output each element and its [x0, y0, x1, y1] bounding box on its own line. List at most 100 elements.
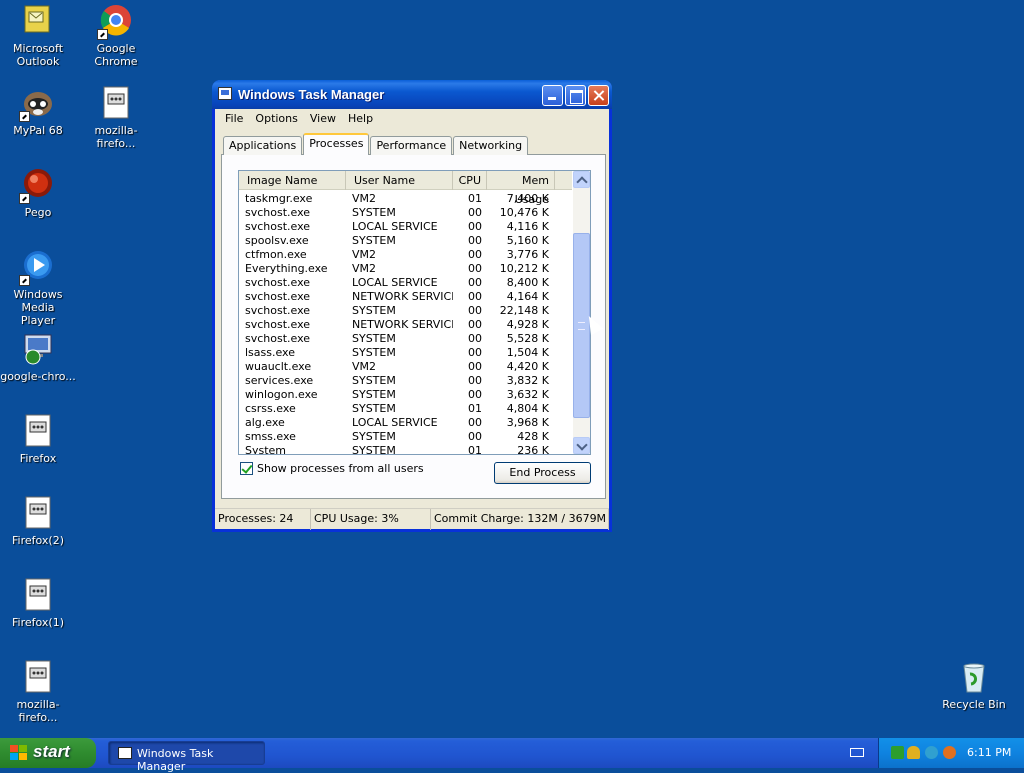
tab-applications[interactable]: Applications	[223, 136, 303, 155]
security-shield-icon[interactable]	[907, 746, 920, 759]
window-title: Windows Task Manager	[238, 87, 385, 102]
process-list[interactable]: Image Name User Name CPU Mem Usage taskm…	[238, 170, 591, 455]
taskbar-button-task-manager[interactable]: Windows Task Manager	[108, 741, 265, 773]
table-row[interactable]: svchost.exe SYSTEM 00 5,528 K	[239, 332, 572, 346]
desktop-icon-label: google-chro...	[0, 370, 76, 383]
table-row[interactable]: svchost.exe SYSTEM 00 22,148 K	[239, 304, 572, 318]
title-bar[interactable]: Windows Task Manager	[212, 80, 612, 109]
table-row[interactable]: taskmgr.exe VM2 01 7,400 K	[239, 192, 572, 206]
column-cpu[interactable]: CPU	[453, 171, 487, 190]
column-image-name[interactable]: Image Name	[239, 171, 346, 190]
process-mem-usage: 4,116 K	[506, 220, 549, 233]
process-user-name: SYSTEM	[352, 402, 396, 415]
start-button[interactable]: start	[0, 738, 96, 768]
scroll-down-button[interactable]	[573, 437, 590, 454]
desktop-icon-media-player[interactable]: Windows Media Player	[0, 250, 78, 327]
table-row[interactable]: wuauclt.exe VM2 00 4,420 K	[239, 360, 572, 374]
tab-networking[interactable]: Networking	[453, 136, 529, 155]
column-mem-usage[interactable]: Mem Usage	[487, 171, 555, 206]
process-user-name: SYSTEM	[352, 430, 396, 443]
process-mem-usage: 3,968 K	[506, 416, 549, 429]
process-user-name: SYSTEM	[352, 206, 396, 219]
table-row[interactable]: lsass.exe SYSTEM 00 1,504 K	[239, 346, 572, 360]
tab-performance[interactable]: Performance	[370, 136, 453, 155]
tab-processes[interactable]: Processes	[303, 133, 370, 155]
process-user-name: SYSTEM	[352, 234, 396, 247]
desktop-icon-chrome[interactable]: Google Chrome	[76, 4, 156, 68]
process-user-name: NETWORK SERVICE	[352, 318, 453, 331]
start-label: start	[33, 742, 70, 761]
keyboard-icon[interactable]	[850, 748, 864, 757]
table-row[interactable]: smss.exe SYSTEM 00 428 K	[239, 430, 572, 444]
vertical-scrollbar[interactable]	[573, 171, 590, 454]
table-row[interactable]: svchost.exe NETWORK SERVICE 00 4,164 K	[239, 290, 572, 304]
desktop-icon-firefox-1[interactable]: Firefox(1)	[0, 578, 78, 629]
menu-help[interactable]: Help	[342, 112, 379, 125]
table-row[interactable]: ctfmon.exe VM2 00 3,776 K	[239, 248, 572, 262]
process-cpu: 00	[468, 388, 482, 401]
column-user-name[interactable]: User Name	[346, 171, 453, 190]
menu-file[interactable]: File	[219, 112, 249, 125]
desktop-icon-firefox-2[interactable]: Firefox(2)	[0, 496, 78, 547]
table-row[interactable]: svchost.exe LOCAL SERVICE 00 8,400 K	[239, 276, 572, 290]
desktop-icon-outlook[interactable]: Microsoft Outlook	[0, 4, 78, 68]
process-cpu: 00	[468, 318, 482, 331]
desktop-icon-google-chrome-installer[interactable]: google-chro...	[0, 332, 78, 383]
update-icon[interactable]	[925, 746, 938, 759]
table-row[interactable]: csrss.exe SYSTEM 01 4,804 K	[239, 402, 572, 416]
process-image-name: spoolsv.exe	[245, 234, 309, 247]
table-row[interactable]: services.exe SYSTEM 00 3,832 K	[239, 374, 572, 388]
shortcut-arrow-icon	[19, 275, 30, 286]
html-file-icon	[21, 496, 55, 530]
desktop-icon-label: MyPal 68	[13, 124, 63, 137]
desktop-icon-firefox[interactable]: Firefox	[0, 414, 78, 465]
process-image-name: alg.exe	[245, 416, 285, 429]
show-all-users-label[interactable]: Show processes from all users	[257, 462, 424, 475]
status-bar: Processes: 24 CPU Usage: 3% Commit Charg…	[215, 508, 609, 530]
table-row[interactable]: svchost.exe SYSTEM 00 10,476 K	[239, 206, 572, 220]
table-row[interactable]: svchost.exe NETWORK SERVICE 00 4,928 K	[239, 318, 572, 332]
table-row[interactable]: alg.exe LOCAL SERVICE 00 3,968 K	[239, 416, 572, 430]
recycle-bin-icon	[957, 660, 991, 694]
process-cpu: 00	[468, 234, 482, 247]
network-icon[interactable]	[891, 746, 904, 759]
table-row[interactable]: svchost.exe LOCAL SERVICE 00 4,116 K	[239, 220, 572, 234]
html-file-icon	[21, 660, 55, 694]
desktop-icon-mozilla-firefox-2[interactable]: mozilla-firefo...	[0, 660, 78, 724]
process-mem-usage: 5,160 K	[506, 234, 549, 247]
table-row[interactable]: System SYSTEM 01 236 K	[239, 444, 572, 455]
scroll-up-button[interactable]	[573, 171, 590, 188]
desktop-icon-recycle-bin[interactable]: Recycle Bin	[934, 660, 1014, 711]
table-row[interactable]: spoolsv.exe SYSTEM 00 5,160 K	[239, 234, 572, 248]
desktop-icon-mozilla-firefox-1[interactable]: mozilla-firefo...	[76, 86, 156, 150]
search-icon[interactable]	[943, 746, 956, 759]
process-user-name: LOCAL SERVICE	[352, 276, 438, 289]
process-cpu: 00	[468, 290, 482, 303]
minimize-button[interactable]	[542, 85, 563, 106]
process-mem-usage: 236 K	[517, 444, 549, 455]
table-row[interactable]: winlogon.exe SYSTEM 00 3,632 K	[239, 388, 572, 402]
process-mem-usage: 5,528 K	[506, 332, 549, 345]
shortcut-arrow-icon	[19, 111, 30, 122]
menu-view[interactable]: View	[304, 112, 342, 125]
chrome-icon	[97, 4, 133, 40]
clock[interactable]: 6:11 PM	[967, 746, 1011, 759]
process-mem-usage: 428 K	[517, 430, 549, 443]
menu-options[interactable]: Options	[249, 112, 303, 125]
table-row[interactable]: Everything.exe VM2 00 10,212 K	[239, 262, 572, 276]
maximize-button[interactable]	[565, 85, 586, 106]
desktop-icon-mypal[interactable]: MyPal 68	[0, 86, 78, 137]
taskbar-button-label: Windows Task Manager	[137, 747, 214, 773]
close-button[interactable]	[588, 85, 609, 106]
process-mem-usage: 10,476 K	[499, 206, 549, 219]
process-image-name: Everything.exe	[245, 262, 328, 275]
show-all-users-checkbox[interactable]	[240, 462, 253, 475]
installer-icon	[21, 332, 55, 366]
desktop-icon-pego[interactable]: Pego	[0, 168, 78, 219]
menu-bar: File Options View Help	[215, 109, 609, 128]
process-mem-usage: 4,164 K	[506, 290, 549, 303]
desktop-icon-label: mozilla-firefo...	[94, 124, 138, 150]
end-process-button[interactable]: End Process	[494, 462, 591, 484]
process-cpu: 00	[468, 220, 482, 233]
process-user-name: NETWORK SERVICE	[352, 290, 453, 303]
